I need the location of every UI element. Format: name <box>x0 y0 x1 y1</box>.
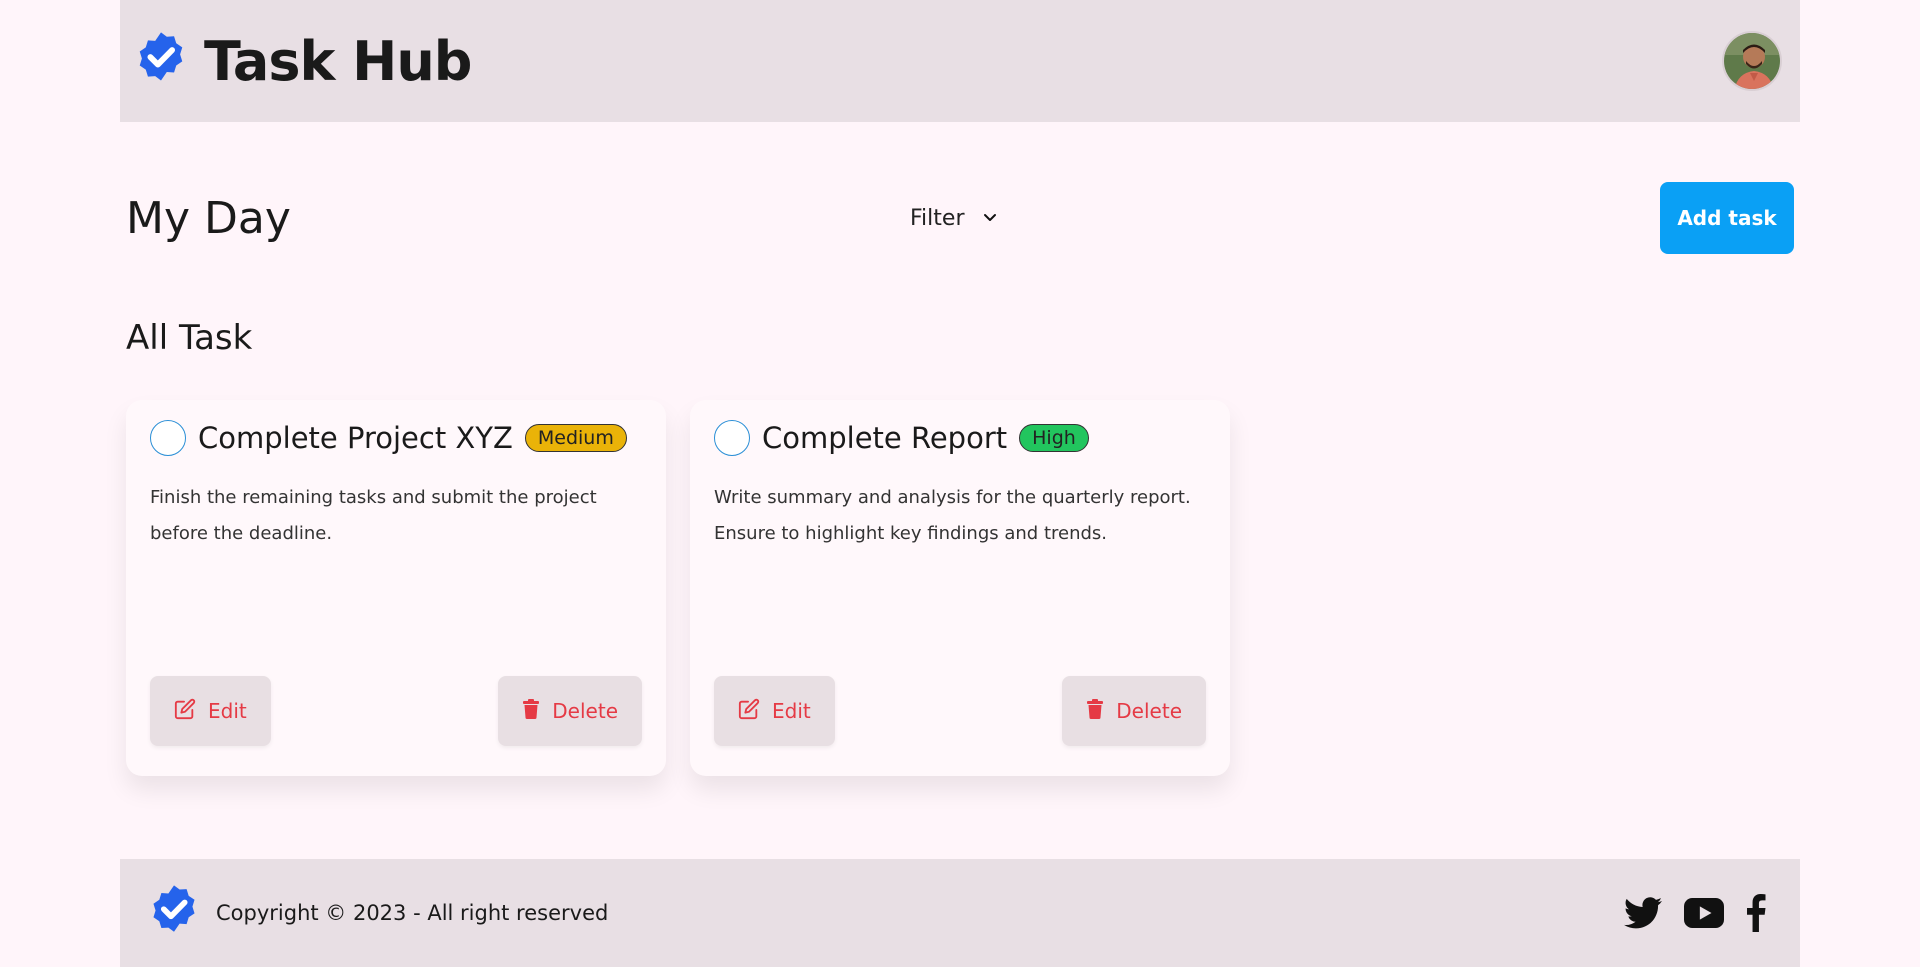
filter-dropdown[interactable]: Filter <box>910 206 998 231</box>
task-complete-checkbox[interactable] <box>150 420 186 456</box>
task-card-header: Complete Report High <box>714 420 1206 456</box>
twitter-icon[interactable] <box>1624 897 1662 929</box>
delete-button[interactable]: Delete <box>498 676 642 746</box>
copyright-text: Copyright © 2023 - All right reserved <box>216 901 609 925</box>
add-task-button[interactable]: Add task <box>1660 182 1794 254</box>
social-links <box>1624 894 1766 932</box>
priority-badge: High <box>1019 424 1089 452</box>
verified-check-logo-icon <box>146 883 202 944</box>
task-card-header: Complete Project XYZ Medium <box>150 420 642 456</box>
verified-check-logo-icon <box>132 30 190 92</box>
edit-icon <box>174 698 196 725</box>
task-card: Complete Project XYZ Medium Finish the r… <box>126 400 666 776</box>
delete-label: Delete <box>552 699 618 723</box>
task-list: Complete Project XYZ Medium Finish the r… <box>126 400 1230 776</box>
edit-icon <box>738 698 760 725</box>
edit-button[interactable]: Edit <box>714 676 835 746</box>
task-description: Finish the remaining tasks and submit th… <box>150 487 597 544</box>
site-footer: Copyright © 2023 - All right reserved <box>120 859 1800 967</box>
task-title: Complete Report <box>762 421 1008 455</box>
page-title: My Day <box>126 192 291 244</box>
facebook-icon[interactable] <box>1746 894 1766 932</box>
task-card: Complete Report High Write summary and a… <box>690 400 1230 776</box>
task-description: Write summary and analysis for the quart… <box>714 487 1191 544</box>
delete-label: Delete <box>1116 699 1182 723</box>
task-title: Complete Project XYZ <box>198 421 513 455</box>
edit-button[interactable]: Edit <box>150 676 271 746</box>
toolbar: My Day Filter Add task <box>120 182 1800 254</box>
delete-button[interactable]: Delete <box>1062 676 1206 746</box>
section-title: All Task <box>126 318 253 358</box>
footer-brand: Copyright © 2023 - All right reserved <box>146 883 608 944</box>
trash-icon <box>1086 698 1104 724</box>
avatar[interactable] <box>1722 31 1782 91</box>
edit-label: Edit <box>772 699 811 723</box>
task-complete-checkbox[interactable] <box>714 420 750 456</box>
brand[interactable]: Task Hub <box>132 29 472 93</box>
youtube-icon[interactable] <box>1684 898 1724 928</box>
edit-label: Edit <box>208 699 247 723</box>
filter-label: Filter <box>910 205 965 231</box>
trash-icon <box>522 698 540 724</box>
chevron-down-icon <box>982 206 998 231</box>
priority-badge: Medium <box>524 424 627 452</box>
site-header: Task Hub <box>120 0 1800 122</box>
app-title: Task Hub <box>204 29 472 93</box>
